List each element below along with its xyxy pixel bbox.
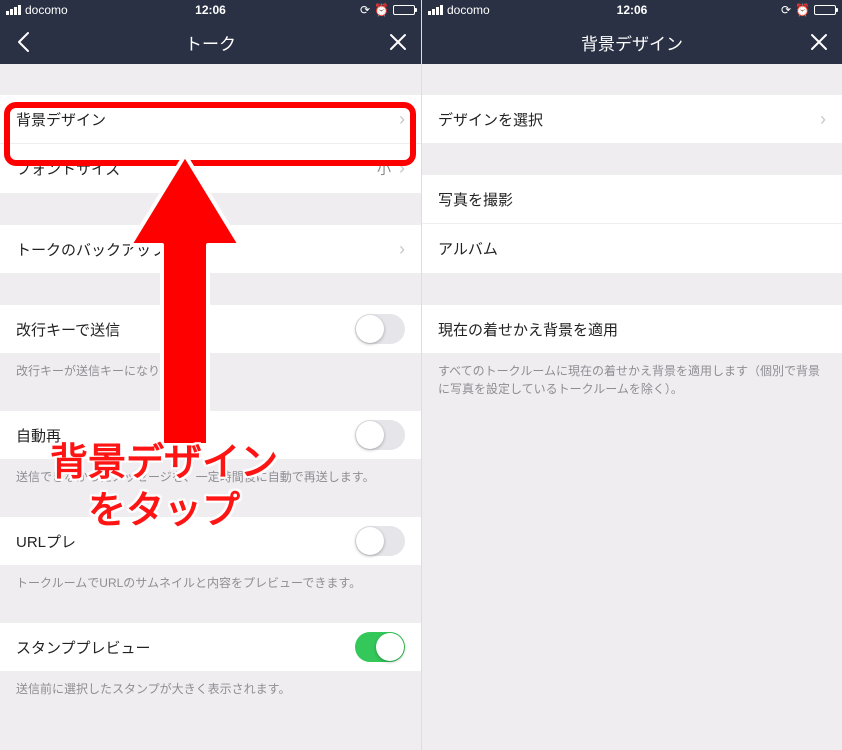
chevron-right-icon: › <box>399 158 405 179</box>
row-label: 自動再 <box>16 425 61 446</box>
orientation-lock-icon: ⟳ <box>360 3 370 17</box>
signal-icon <box>428 5 443 15</box>
carrier-label: docomo <box>447 3 490 17</box>
row-auto-resend[interactable]: 自動再 <box>0 410 421 460</box>
alarm-icon: ⏰ <box>374 3 389 17</box>
row-select-design[interactable]: デザインを選択 › <box>422 94 842 144</box>
note-stamp-preview: 送信前に選択したスタンプが大きく表示されます。 <box>0 672 421 698</box>
chevron-right-icon: › <box>820 109 826 130</box>
row-url-preview[interactable]: URLプレ <box>0 516 421 566</box>
chevron-right-icon: › <box>399 109 405 130</box>
row-backup[interactable]: トークのバックアップ › <box>0 224 421 274</box>
row-label: 現在の着せかえ背景を適用 <box>438 319 618 340</box>
row-label: アルバム <box>438 238 498 259</box>
nav-header: 背景デザイン <box>422 20 842 64</box>
orientation-lock-icon: ⟳ <box>781 3 791 17</box>
close-icon <box>389 33 407 51</box>
row-label: 背景デザイン <box>16 109 106 130</box>
row-label: URLプレ <box>16 531 76 552</box>
status-bar: docomo 12:06 ⟳ ⏰ <box>422 0 842 20</box>
alarm-icon: ⏰ <box>795 3 810 17</box>
row-label: トークのバックアップ <box>16 239 166 260</box>
battery-icon <box>393 5 415 15</box>
status-time: 12:06 <box>195 3 226 17</box>
battery-icon <box>814 5 836 15</box>
row-font-size[interactable]: フォントサイズ 小 › <box>0 144 421 194</box>
settings-list: 背景デザイン › フォントサイズ 小 › トークのバックアップ › 改行キーで送… <box>0 64 421 698</box>
status-time: 12:06 <box>617 3 648 17</box>
row-apply-theme[interactable]: 現在の着せかえ背景を適用 <box>422 304 842 354</box>
carrier-label: docomo <box>25 3 68 17</box>
row-background-design[interactable]: 背景デザイン › <box>0 94 421 144</box>
phone-left: docomo 12:06 ⟳ ⏰ トーク 背景デザイン › フォントサイズ 小 <box>0 0 421 750</box>
note-apply-theme: すべてのトークルームに現在の着せかえ背景を適用します（個別で背景に写真を設定して… <box>422 354 842 398</box>
row-album[interactable]: アルバム <box>422 224 842 274</box>
design-list: デザインを選択 › 写真を撮影 アルバム 現在の着せかえ背景を適用 すべてのトー… <box>422 64 842 398</box>
chevron-right-icon: › <box>399 239 405 260</box>
row-label: 写真を撮影 <box>438 189 513 210</box>
nav-header: トーク <box>0 20 421 64</box>
signal-icon <box>6 5 21 15</box>
back-button[interactable] <box>8 27 38 57</box>
toggle-stamp-preview[interactable] <box>355 632 405 662</box>
toggle-enter-send[interactable] <box>355 314 405 344</box>
page-title: トーク <box>185 30 236 55</box>
close-button[interactable] <box>804 27 834 57</box>
phone-right: docomo 12:06 ⟳ ⏰ 背景デザイン デザインを選択 › 写真を撮影 … <box>421 0 842 750</box>
page-title: 背景デザイン <box>581 30 683 55</box>
row-label: フォントサイズ <box>16 158 121 179</box>
note-url-preview: トークルームでURLのサムネイルと内容をプレビューできます。 <box>0 566 421 592</box>
row-label: スタンププレビュー <box>16 637 151 658</box>
note-enter-send: 改行キーが送信キーになります。 <box>0 354 421 380</box>
row-stamp-preview[interactable]: スタンププレビュー <box>0 622 421 672</box>
toggle-url-preview[interactable] <box>355 526 405 556</box>
close-button[interactable] <box>383 27 413 57</box>
row-take-photo[interactable]: 写真を撮影 <box>422 174 842 224</box>
font-size-value: 小 <box>377 159 391 179</box>
close-icon <box>810 33 828 51</box>
row-enter-send[interactable]: 改行キーで送信 <box>0 304 421 354</box>
status-bar: docomo 12:06 ⟳ ⏰ <box>0 0 421 20</box>
row-label: デザインを選択 <box>438 109 543 130</box>
chevron-left-icon <box>16 31 30 53</box>
toggle-auto-resend[interactable] <box>355 420 405 450</box>
note-auto-resend: 送信できなかったメッセージを、一定時間後に自動で再送します。 <box>0 460 421 486</box>
row-label: 改行キーで送信 <box>16 319 120 340</box>
